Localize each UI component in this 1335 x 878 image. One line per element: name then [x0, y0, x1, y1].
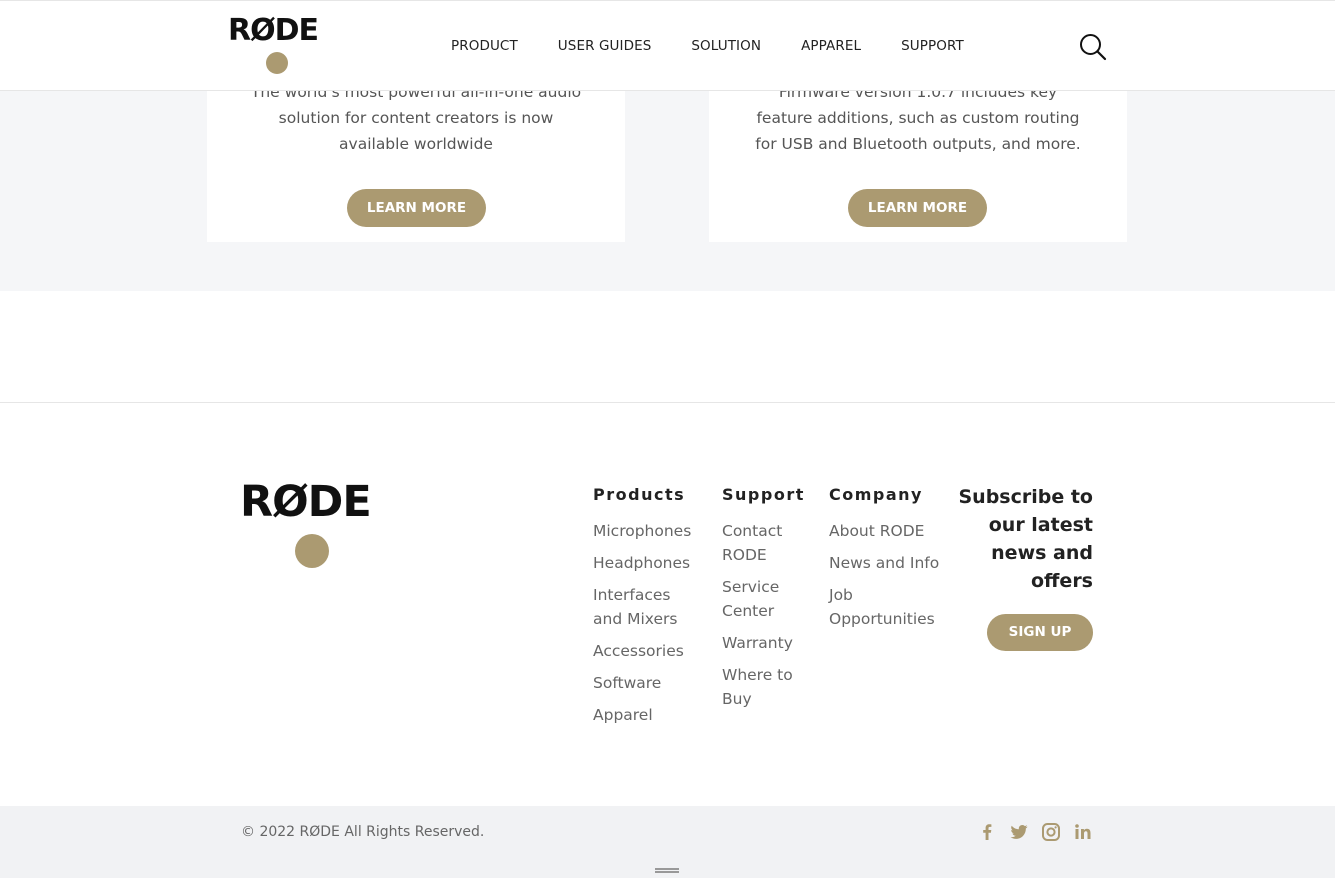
linkedin-icon[interactable] — [1073, 822, 1093, 842]
footer-link-microphones[interactable]: Microphones — [593, 519, 703, 543]
instagram-icon[interactable] — [1041, 822, 1061, 842]
nav-solution[interactable]: SOLUTION — [691, 38, 761, 54]
footer-logo-wordmark: RØDE — [240, 477, 372, 527]
twitter-icon[interactable] — [1009, 822, 1029, 842]
subscribe-block: Subscribe to our latest news and offers … — [955, 483, 1093, 651]
learn-more-button[interactable]: LEARN MORE — [848, 189, 987, 227]
nav-support[interactable]: SUPPORT — [901, 38, 964, 54]
footer-link-warranty[interactable]: Warranty — [722, 631, 812, 655]
social-links — [977, 822, 1093, 842]
footer-link-software[interactable]: Software — [593, 671, 703, 695]
footer-link-service-center[interactable]: Service Center — [722, 575, 812, 623]
footer-column-title: Company — [829, 485, 923, 504]
footer-logo[interactable]: RØDE — [240, 481, 390, 571]
promo-card: The world's most powerful all-in-one aud… — [207, 83, 625, 242]
drag-handle[interactable] — [655, 868, 679, 873]
learn-more-button[interactable]: LEARN MORE — [347, 189, 486, 227]
footer-link-where-to-buy[interactable]: Where to Buy — [722, 663, 812, 711]
nav-product[interactable]: PRODUCT — [451, 38, 518, 54]
footer-divider — [0, 402, 1335, 403]
sign-up-button[interactable]: SIGN UP — [987, 614, 1093, 651]
footer-bottom-bar: © 2022 RØDE All Rights Reserved. — [0, 806, 1335, 878]
footer-column-products: Products Microphones Headphones Interfac… — [593, 485, 703, 735]
footer-link-apparel[interactable]: Apparel — [593, 703, 703, 727]
footer-column-support: Support Contact RODE Service Center Warr… — [722, 485, 812, 719]
footer-link-contact[interactable]: Contact RODE — [722, 519, 812, 567]
facebook-icon[interactable] — [977, 822, 997, 842]
footer-link-interfaces-mixers[interactable]: Interfaces and Mixers — [593, 583, 703, 631]
footer-link-jobs[interactable]: Job Opportunities — [829, 583, 944, 631]
nav-user-guides[interactable]: USER GUIDES — [558, 38, 652, 54]
main-nav: PRODUCT USER GUIDES SOLUTION APPAREL SUP… — [451, 38, 964, 54]
copyright-text: © 2022 RØDE All Rights Reserved. — [241, 824, 485, 840]
footer-column-title: Support — [722, 485, 805, 504]
promo-card: Firmware version 1.0.7 includes key feat… — [709, 83, 1127, 242]
footer-link-accessories[interactable]: Accessories — [593, 639, 703, 663]
logo-dot — [266, 52, 288, 74]
footer-logo-dot — [295, 534, 329, 568]
footer-link-news[interactable]: News and Info — [829, 551, 944, 575]
footer-column-title: Products — [593, 485, 686, 504]
rode-logo[interactable]: RØDE — [228, 16, 328, 76]
promo-band: The world's most powerful all-in-one aud… — [0, 83, 1335, 291]
site-header: RØDE PRODUCT USER GUIDES SOLUTION APPARE… — [0, 0, 1335, 91]
footer-column-company: Company About RODE News and Info Job Opp… — [829, 485, 944, 639]
search-icon[interactable] — [1078, 32, 1108, 62]
footer-link-headphones[interactable]: Headphones — [593, 551, 703, 575]
logo-wordmark: RØDE — [228, 13, 319, 48]
subscribe-heading: Subscribe to our latest news and offers — [958, 486, 1093, 592]
footer-link-about[interactable]: About RODE — [829, 519, 944, 543]
nav-apparel[interactable]: APPAREL — [801, 38, 861, 54]
